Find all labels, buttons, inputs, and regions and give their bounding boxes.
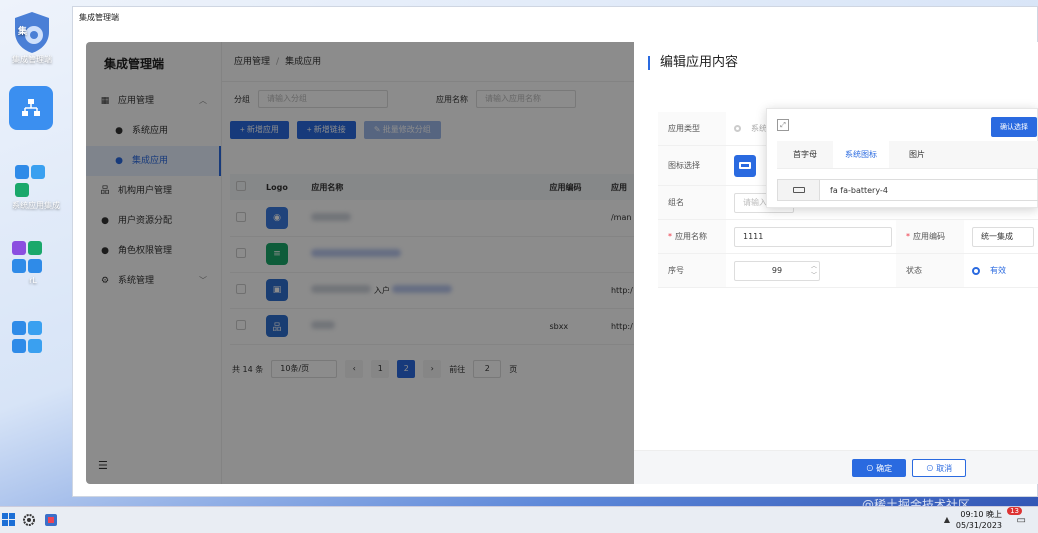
clock-date: 05/31/2023 <box>955 521 1002 530</box>
battery-icon <box>778 180 820 200</box>
icon-class-value: fa fa-battery-4 <box>830 185 888 195</box>
app-type-radio[interactable] <box>734 125 741 132</box>
app-grid-icon <box>11 240 55 276</box>
status-valid-radio[interactable] <box>972 266 980 275</box>
tile-char: 集 <box>18 27 28 37</box>
tray-chevron-up-icon[interactable]: ▲ <box>944 515 950 524</box>
clock-time: 09:10 晚上 <box>960 510 1002 519</box>
app-grid-icon <box>14 164 58 200</box>
modal-overlay[interactable] <box>86 42 646 484</box>
drawer-title: 编辑应用内容 <box>648 56 738 70</box>
desktop-icon-label: rL <box>29 276 37 285</box>
gear-icon[interactable] <box>22 513 36 527</box>
app-name-label: * 应用名称 <box>658 220 726 253</box>
app-type-value: 系统 <box>751 124 767 133</box>
app-code-label: * 应用编码 <box>896 220 964 253</box>
notification-badge: 13 <box>1007 507 1022 515</box>
app-code-input[interactable]: 统一集成 <box>972 226 1034 247</box>
notification-icon[interactable]: ▭ <box>1017 515 1026 526</box>
app-icon[interactable] <box>44 513 58 527</box>
row-name-code: * 应用名称 1111 * 应用编码 统一集成 <box>658 220 1038 254</box>
confirm-button[interactable]: ⊙ 确定 <box>852 459 906 477</box>
battery-icon[interactable] <box>734 154 756 177</box>
desktop-icon-apps[interactable]: rL <box>8 240 58 285</box>
taskbar: ▲ 09:10 晚上 05/31/2023 13 ▭ <box>0 506 1038 533</box>
clock[interactable]: 09:10 晚上 05/31/2023 <box>956 509 1002 531</box>
desktop-icon-integration-admin[interactable]: 集 集成管理端 <box>6 10 58 65</box>
desktop-icon-system-integration[interactable]: 系统应用集成 <box>6 164 66 211</box>
icon-picker-popover: ⤢ 确认选择 首字母 系统图标 图片 fa fa-battery-4 <box>766 108 1038 208</box>
app-type-label: 应用类型 <box>658 112 726 145</box>
org-chart-icon <box>9 86 53 130</box>
confirm-selection-button[interactable]: 确认选择 <box>991 117 1037 137</box>
row-order-status: 序号 99 ︿ ﹀ 状态 有效 <box>658 254 1038 288</box>
start-icon[interactable] <box>2 513 16 527</box>
tab-image[interactable]: 图片 <box>889 141 945 168</box>
shield-icon <box>10 10 54 54</box>
window-title: 集成管理端 <box>79 13 119 22</box>
fullscreen-icon[interactable]: ⤢ <box>777 119 789 131</box>
drawer-footer: ⊙ 确定 ⊙ 取消 <box>634 450 1038 484</box>
desktop-icon-label: 集成管理端 <box>12 55 52 64</box>
icon-picker-tabs: 首字母 系统图标 图片 <box>777 141 1038 169</box>
status-label: 状态 <box>896 254 964 287</box>
order-stepper[interactable]: 99 ︿ ﹀ <box>734 260 820 281</box>
cancel-button[interactable]: ⊙ 取消 <box>912 459 966 477</box>
app-name-input[interactable]: 1111 <box>734 226 892 247</box>
order-label: 序号 <box>658 254 726 287</box>
status-value: 有效 <box>990 266 1006 275</box>
stepper-arrows-icon[interactable]: ︿ ﹀ <box>811 262 817 280</box>
desktop-icon-label: 系统应用集成 <box>12 201 60 210</box>
tab-system-icons[interactable]: 系统图标 <box>833 141 889 168</box>
icon-class-input[interactable]: fa fa-battery-4 <box>777 179 1038 201</box>
group-label: 组名 <box>658 186 726 219</box>
icon-label: 图标选择 <box>658 146 726 185</box>
desktop-icon-org[interactable] <box>9 86 53 130</box>
app-grid-icon <box>11 320 55 356</box>
desktop-icon-users[interactable] <box>8 320 58 356</box>
tab-initials[interactable]: 首字母 <box>777 141 833 168</box>
